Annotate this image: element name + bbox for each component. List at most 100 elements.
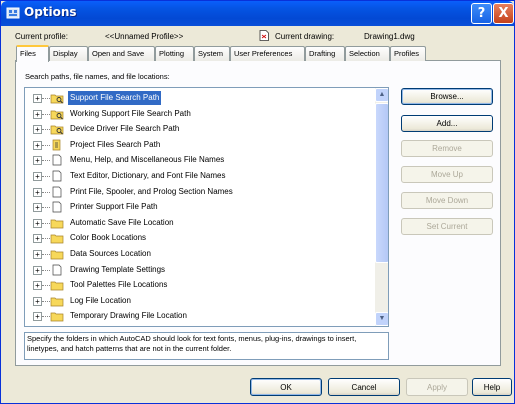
folder-icon (50, 281, 64, 291)
folder-icon (50, 297, 64, 307)
scroll-thumb[interactable] (375, 103, 388, 263)
current-profile-label: Current profile: (15, 32, 68, 41)
tab-display[interactable]: Display (49, 46, 88, 61)
drawing-icon (259, 30, 269, 41)
tree-item[interactable]: + Print File, Spooler, and Prolog Section… (25, 184, 375, 201)
tree-item-label: Tool Palettes File Locations (70, 280, 168, 290)
tree-item-label: Project Files Search Path (70, 139, 161, 149)
tree-item-label: Working Support File Search Path (70, 108, 191, 118)
scroll-down-arrow-icon[interactable]: ▼ (375, 312, 388, 326)
current-drawing-value: Drawing1.dwg (364, 32, 415, 41)
cancel-button[interactable]: Cancel (328, 378, 400, 396)
tab-selection[interactable]: Selection (345, 46, 390, 61)
ok-button[interactable]: OK (250, 378, 322, 396)
search-paths-tree[interactable]: + Temporary Drawing File Location + Log Fil… (24, 87, 389, 327)
expand-plus-icon[interactable]: + (33, 140, 42, 150)
tree-item-label: Automatic Save File Location (70, 217, 174, 227)
current-profile-value: <<Unnamed Profile>> (105, 32, 184, 41)
tab-drafting[interactable]: Drafting (305, 46, 345, 61)
tree-connector (42, 176, 50, 177)
expand-plus-icon[interactable]: + (33, 250, 42, 259)
help-title-button[interactable]: ? (471, 3, 492, 24)
tree-item[interactable]: + Temporary Drawing File Location (25, 308, 375, 325)
document-icon (52, 170, 62, 182)
folder-icon (50, 219, 64, 229)
document-icon (52, 155, 62, 166)
current-drawing-label: Current drawing: (275, 32, 335, 41)
options-app-icon (6, 7, 20, 19)
tab-profiles[interactable]: Profiles (390, 46, 426, 61)
folder-icon (50, 235, 64, 244)
expand-plus-icon[interactable]: + (33, 218, 42, 228)
tree-connector (42, 238, 50, 240)
tree-item[interactable]: + Project Files Search Path (25, 137, 375, 154)
tab-system[interactable]: System (194, 46, 230, 61)
tree-item[interactable]: + Color Book Locations (25, 230, 375, 247)
tree-item[interactable]: + Data Sources Location (25, 246, 375, 263)
expand-plus-icon[interactable]: + (33, 94, 42, 103)
remove-button[interactable]: Remove (401, 140, 493, 157)
tree-item-label: Log File Location (70, 295, 131, 305)
move-down-button[interactable]: Move Down (401, 192, 493, 209)
tree-item[interactable]: + Tool Palettes File Locations (25, 277, 375, 294)
apply-button[interactable]: Apply (406, 378, 468, 396)
tree-item[interactable]: + Menu, Help, and Miscellaneous File Name… (25, 152, 375, 169)
tree-connector (42, 316, 50, 318)
folder-search-icon (50, 94, 64, 104)
folder-icon (50, 250, 64, 260)
tree-item[interactable]: + Support File Search Path (25, 90, 375, 107)
tree-connector (42, 113, 50, 115)
tree-connector (42, 285, 50, 287)
tree-connector (42, 129, 50, 131)
expand-plus-icon[interactable]: + (33, 187, 42, 197)
title-bar[interactable]: Options ? X (1, 1, 514, 26)
folder-search-icon (50, 125, 64, 135)
tree-connector (42, 207, 50, 209)
tree-item-label: Support File Search Path (68, 91, 162, 105)
browse-button[interactable]: Browse... (401, 88, 493, 105)
tree-connector (42, 300, 50, 302)
set-current-button[interactable]: Set Current (401, 218, 493, 235)
folder-search-icon (50, 110, 64, 119)
expand-plus-icon[interactable]: + (33, 234, 42, 244)
tree-item[interactable]: + Drawing Template Settings (25, 262, 375, 279)
tab-user-preferences[interactable]: User Preferences (230, 46, 305, 61)
expand-plus-icon[interactable]: + (33, 109, 42, 119)
expand-plus-icon[interactable]: + (33, 172, 42, 181)
move-up-button[interactable]: Move Up (401, 166, 493, 183)
tree-item[interactable]: + Automatic Save File Location (25, 215, 375, 232)
tab-files[interactable]: Files (16, 45, 49, 62)
tab-open-and-save[interactable]: Open and Save (88, 46, 155, 61)
tree-item-label: Print File, Spooler, and Prolog Section … (70, 186, 233, 196)
tree-item-label: Temporary Drawing File Location (70, 311, 187, 321)
search-paths-label: Search paths, file names, and file locat… (25, 72, 170, 81)
help-button[interactable]: Help (472, 378, 512, 396)
dialog-title: Options (24, 5, 77, 19)
expand-plus-icon[interactable]: + (33, 296, 42, 306)
tree-item-label: Data Sources Location (70, 249, 151, 258)
tree-item[interactable]: + Printer Support File Path (25, 199, 375, 216)
scroll-up-arrow-icon[interactable]: ▲ (375, 88, 388, 102)
tree-item-label: Device Driver File Search Path (70, 124, 180, 134)
options-dialog: Options ? X Current profile: <<Unnamed P… (0, 0, 515, 404)
add-button[interactable]: Add... (401, 115, 493, 132)
tree-item-label: Text Editor, Dictionary, and Font File N… (70, 171, 226, 180)
expand-plus-icon[interactable]: + (33, 265, 42, 275)
tree-connector (42, 191, 50, 193)
document-icon (52, 201, 62, 213)
expand-plus-icon[interactable]: + (33, 156, 42, 166)
tree-item[interactable]: + Text Editor, Dictionary, and Font File … (25, 168, 375, 185)
tree-vertical-scrollbar[interactable]: ▲ ▼ (375, 88, 388, 326)
tree-item[interactable]: + Working Support File Search Path (25, 106, 375, 123)
tab-plotting[interactable]: Plotting (155, 46, 194, 61)
expand-plus-icon[interactable]: + (33, 125, 42, 135)
tree-item[interactable]: + Device Driver File Search Path (25, 121, 375, 138)
tree-item[interactable]: + Log File Location (25, 293, 375, 310)
expand-plus-icon[interactable]: + (33, 281, 42, 291)
tree-item-label: Drawing Template Settings (70, 264, 166, 274)
expand-plus-icon[interactable]: + (33, 312, 42, 322)
close-button[interactable]: X (493, 3, 514, 24)
expand-plus-icon[interactable]: + (33, 203, 42, 213)
tree-connector (42, 222, 50, 224)
tree-connector (42, 160, 50, 162)
